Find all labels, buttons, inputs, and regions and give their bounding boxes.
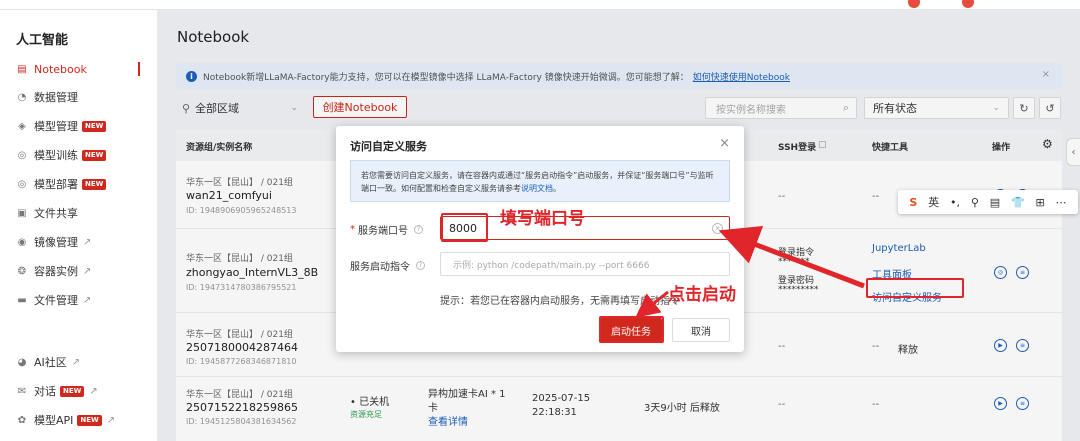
start-button-highlight — [599, 316, 664, 343]
chat-icon: ✉ — [17, 385, 27, 397]
sidebar-item-label: 数据管理 — [34, 91, 78, 104]
sidebar-item-container[interactable]: ❂ 容器实例 ↗ — [16, 261, 92, 281]
sidebar-item-file-mgmt[interactable]: ▬ 文件管理 ↗ — [16, 290, 91, 310]
external-link-icon: ↗ — [89, 385, 98, 397]
sidebar-title: 人工智能 — [16, 33, 69, 48]
help-icon[interactable]: ? — [414, 225, 423, 234]
command-label: 服务启动指令 ? — [350, 258, 425, 273]
sidebar-item-label: 模型管理 — [34, 120, 78, 133]
close-icon[interactable]: × — [719, 136, 730, 151]
dialog-notice: 若您需要访问自定义服务，请在容器内或通过“服务启动指令”启动服务，并保证“服务端… — [350, 160, 730, 202]
sidebar-item-label: Notebook — [34, 62, 87, 76]
command-label-text: 服务启动指令 — [350, 262, 410, 273]
sidebar-item-label: 对话 — [34, 385, 56, 398]
folder-icon: ▬ — [17, 294, 27, 306]
dialog-title: 访问自定义服务 — [350, 140, 427, 153]
punctuation-icon[interactable]: •, — [950, 196, 960, 209]
sidebar-item-label: 模型训练 — [34, 149, 78, 162]
port-input-highlight — [441, 213, 488, 242]
custom-service-dialog: 访问自定义服务 × 若您需要访问自定义服务，请在容器内或通过“服务启动指令”启动… — [336, 126, 744, 352]
toolbox-icon[interactable]: ⊞ — [1035, 196, 1044, 209]
sidebar: 人工智能 ▤ Notebook ◔ 数据管理 ◈ 模型管理 NEW ◎ 模型训练… — [0, 10, 158, 441]
new-badge: NEW — [82, 149, 107, 161]
keyboard-icon[interactable]: ▤ — [990, 196, 1000, 209]
model-icon: ◈ — [18, 120, 26, 132]
external-link-icon: ↗ — [106, 414, 116, 426]
sidebar-item-label: 文件共享 — [34, 207, 78, 220]
api-icon: ✿ — [17, 414, 27, 426]
notebook-icon: ▤ — [17, 63, 27, 75]
sidebar-item-notebook[interactable]: ▤ Notebook — [16, 59, 87, 79]
dialog-hint: 提示：若您已在容器内启动服务，无需再填写启动指令 — [440, 296, 680, 307]
start-command-input[interactable]: 示例: python /codepath/main.py --port 6666 — [440, 252, 730, 276]
docs-link[interactable]: 说明文档 — [521, 184, 553, 193]
external-link-icon: ↗ — [83, 265, 92, 277]
more-icon[interactable]: ⋯ — [1056, 196, 1067, 209]
deploy-icon: ◎ — [17, 178, 27, 190]
sidebar-item-ai-community[interactable]: ◕ AI社区 ↗ — [16, 352, 81, 372]
clear-icon[interactable]: × — [712, 223, 723, 234]
external-link-icon: ↗ — [83, 294, 92, 306]
sidebar-item-model-mgmt[interactable]: ◈ 模型管理 NEW — [16, 116, 107, 136]
port-label-text: 服务端口号 — [358, 226, 408, 237]
new-badge: NEW — [60, 385, 85, 397]
custom-service-link-highlight — [866, 278, 964, 298]
cancel-button[interactable]: 取消 — [672, 318, 730, 342]
dialog-notice-end: 。 — [553, 184, 561, 193]
image-icon: ◉ — [17, 236, 27, 248]
port-label: * 服务端口号 ? — [350, 222, 423, 237]
sidebar-item-file-share[interactable]: ▣ 文件共享 — [16, 203, 78, 223]
sidebar-item-deploy[interactable]: ◎ 模型部署 NEW — [16, 174, 107, 194]
start-command-placeholder: 示例: python /codepath/main.py --port 6666 — [453, 260, 650, 271]
new-badge: NEW — [82, 120, 107, 132]
sidebar-item-label: 文件管理 — [34, 294, 78, 307]
start-annotation: 点击启动 — [668, 285, 736, 305]
community-icon: ◕ — [17, 356, 27, 368]
ime-toolbar: S 英 •, ⚲ ▤ 👕 ⊞ ⋯ — [898, 190, 1078, 214]
new-badge: NEW — [77, 414, 102, 426]
training-icon: ◎ — [17, 149, 27, 161]
sidebar-item-model-api[interactable]: ✿ 模型API NEW ↗ — [16, 410, 115, 430]
sidebar-item-label: AI社区 — [34, 356, 67, 369]
skin-icon[interactable]: 👕 — [1011, 196, 1025, 209]
required-marker: * — [350, 224, 355, 235]
data-icon: ◔ — [17, 91, 27, 103]
notification-dot — [908, 0, 920, 8]
sidebar-item-image[interactable]: ◉ 镜像管理 ↗ — [16, 232, 92, 252]
sogou-logo-icon[interactable]: S — [909, 196, 917, 209]
file-share-icon: ▣ — [17, 207, 27, 219]
sidebar-item-label: 模型API — [34, 414, 74, 427]
sidebar-item-chat[interactable]: ✉ 对话 NEW ↗ — [16, 381, 98, 401]
sidebar-item-training[interactable]: ◎ 模型训练 NEW — [16, 145, 107, 165]
user-avatar[interactable] — [962, 0, 974, 8]
sidebar-item-label: 模型部署 — [34, 178, 78, 191]
voice-icon[interactable]: ⚲ — [971, 196, 979, 209]
external-link-icon: ↗ — [83, 236, 92, 248]
sidebar-active-indicator — [138, 62, 140, 76]
sidebar-item-data[interactable]: ◔ 数据管理 — [16, 87, 78, 107]
container-icon: ❂ — [17, 265, 27, 277]
new-badge: NEW — [82, 178, 107, 190]
ime-language-toggle[interactable]: 英 — [928, 194, 939, 210]
port-annotation: 填写端口号 — [500, 209, 585, 229]
help-icon[interactable]: ? — [416, 261, 425, 270]
external-link-icon: ↗ — [71, 356, 81, 368]
top-nav-bar — [0, 0, 1080, 10]
sidebar-item-label: 容器实例 — [34, 265, 78, 278]
sidebar-item-label: 镜像管理 — [34, 236, 78, 249]
